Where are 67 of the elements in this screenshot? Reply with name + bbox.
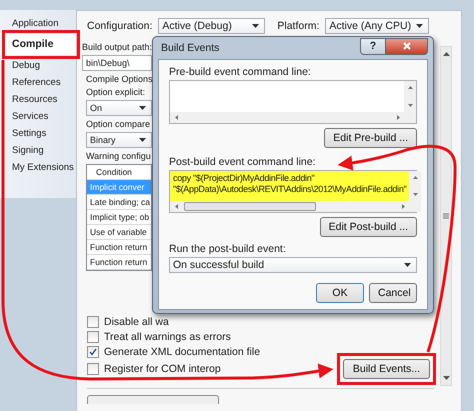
sidebar-tab[interactable]: Debug bbox=[6, 59, 76, 72]
table-cell[interactable]: Late binding; ca bbox=[87, 195, 151, 210]
configuration-label: Configuration: bbox=[87, 20, 152, 32]
sidebar-tab[interactable]: Application bbox=[6, 17, 76, 30]
scroll-grip-icon bbox=[443, 213, 449, 219]
close-icon bbox=[402, 42, 410, 50]
scroll-down-icon[interactable] bbox=[442, 376, 450, 380]
field-label: Post-build event command line: bbox=[169, 156, 316, 168]
scroll-up-icon[interactable] bbox=[442, 52, 450, 56]
section-title: Compile Options bbox=[86, 74, 152, 84]
checkbox[interactable] bbox=[87, 346, 99, 358]
scroll-left-icon[interactable] bbox=[175, 114, 178, 120]
field-label: Run the post-build event: bbox=[169, 243, 287, 255]
table-cell[interactable]: Function return bbox=[87, 255, 151, 270]
dropdown-arrow-icon bbox=[416, 24, 424, 28]
scroll-down-icon[interactable] bbox=[408, 104, 412, 106]
help-button[interactable]: ? bbox=[360, 38, 386, 54]
table-cell[interactable]: Use of variable bbox=[87, 225, 151, 240]
checkbox[interactable] bbox=[87, 363, 99, 375]
option-compare-dropdown[interactable]: Binary bbox=[86, 132, 152, 148]
edit-pre-build-button[interactable]: Edit Pre-build ... bbox=[324, 128, 417, 148]
table-cell[interactable]: Implicit type; ob bbox=[87, 210, 151, 225]
dropdown-arrow-icon bbox=[139, 106, 146, 110]
dropdown-arrow-icon bbox=[252, 24, 260, 28]
sidebar-tab[interactable]: My Extensions bbox=[6, 161, 76, 174]
cancel-button[interactable]: Cancel bbox=[369, 283, 417, 303]
checkbox[interactable] bbox=[87, 330, 99, 342]
configuration-dropdown[interactable]: Active (Debug) bbox=[158, 18, 266, 34]
field-label: Option explicit: bbox=[86, 87, 146, 97]
cut-off-button[interactable] bbox=[87, 395, 219, 404]
field-label: Option compare bbox=[86, 119, 152, 129]
scroll-thumb[interactable] bbox=[184, 202, 316, 211]
build-events-button[interactable]: Build Events... bbox=[342, 359, 430, 379]
sidebar-tab[interactable]: Resources bbox=[6, 93, 76, 106]
pre-build-field[interactable] bbox=[169, 80, 417, 124]
run-event-dropdown[interactable]: On successful build bbox=[169, 257, 417, 273]
close-button[interactable] bbox=[386, 38, 428, 54]
dropdown-arrow-icon bbox=[404, 263, 411, 267]
option-explicit-dropdown[interactable]: On bbox=[86, 100, 152, 116]
checkbox-label: Generate XML documentation file bbox=[104, 346, 260, 358]
checkbox[interactable] bbox=[87, 316, 99, 328]
scroll-down-icon[interactable] bbox=[412, 193, 418, 196]
sidebar-tab[interactable]: Settings bbox=[6, 127, 76, 140]
platform-label: Platform: bbox=[277, 20, 320, 32]
checkbox-label: Register for COM interop bbox=[104, 363, 221, 375]
scrollbar[interactable] bbox=[440, 46, 452, 386]
field-label: Build output path: bbox=[82, 42, 152, 52]
scroll-right-icon[interactable] bbox=[397, 114, 400, 120]
platform-dropdown[interactable]: Active (Any CPU) bbox=[325, 18, 430, 34]
checkbox-label: Disable all wa bbox=[104, 316, 169, 328]
dropdown-arrow-icon bbox=[139, 138, 146, 142]
scroll-left-icon[interactable] bbox=[175, 204, 178, 209]
sidebar-tab[interactable]: Services bbox=[6, 110, 76, 123]
ok-button[interactable]: OK bbox=[316, 283, 364, 303]
scroll-right-icon[interactable] bbox=[402, 204, 406, 209]
sidebar-tab[interactable]: References bbox=[6, 76, 76, 89]
field-label: Warning configu bbox=[86, 151, 152, 161]
sidebar-tab[interactable]: Compile bbox=[6, 34, 76, 55]
output-path-field[interactable]: bin\Debug\ bbox=[82, 55, 152, 71]
sidebar-tab[interactable]: Signing bbox=[6, 144, 76, 157]
table-cell[interactable]: Function return bbox=[87, 240, 151, 255]
scroll-up-icon[interactable] bbox=[408, 86, 412, 89]
scroll-up-icon[interactable] bbox=[412, 176, 418, 178]
dialog-title: Build Events bbox=[160, 42, 220, 54]
edit-post-build-button[interactable]: Edit Post-build ... bbox=[320, 217, 417, 237]
checkbox-label: Treat all warnings as errors bbox=[104, 330, 231, 342]
field-label: Pre-build event command line: bbox=[169, 66, 312, 78]
